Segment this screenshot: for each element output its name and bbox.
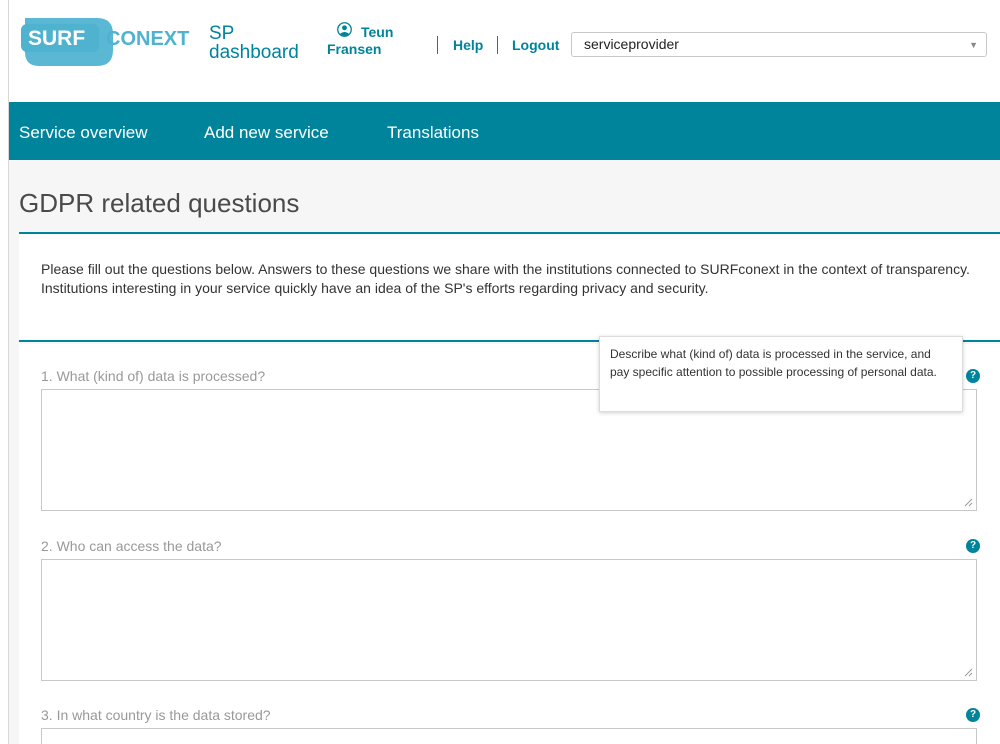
app-title-line2: dashboard	[209, 42, 299, 63]
page-title: GDPR related questions	[19, 188, 300, 218]
user-first-name: Teun	[361, 24, 394, 40]
header-divider	[497, 36, 498, 54]
help-icon[interactable]: ?	[966, 369, 980, 383]
app-title-line1: SP	[209, 23, 235, 44]
service-provider-select-value: serviceprovider	[584, 36, 679, 52]
question-label: 1. What (kind of) data is processed?	[41, 368, 266, 384]
nav-translations[interactable]: Translations	[387, 123, 479, 143]
user-last-name: Fransen	[327, 41, 382, 57]
main-nav: Service overview Add new service Transla…	[9, 102, 1000, 160]
resize-handle-icon[interactable]	[964, 668, 973, 677]
nav-add-new-service[interactable]: Add new service	[204, 123, 329, 143]
help-icon[interactable]: ?	[966, 708, 980, 722]
header: SURF CONEXT SP dashboard Teun Fransen He…	[9, 0, 1000, 102]
chevron-down-icon: ▼	[969, 40, 978, 50]
question-2-textarea[interactable]	[41, 559, 977, 681]
intro-panel: Please fill out the questions below. Ans…	[19, 232, 1000, 342]
question-label: 3. In what country is the data stored?	[41, 707, 271, 723]
intro-text: Please fill out the questions below. Ans…	[41, 261, 970, 296]
help-icon[interactable]: ?	[966, 539, 980, 553]
service-provider-select[interactable]: serviceprovider ▼	[571, 32, 987, 57]
app-title: SP dashboard	[209, 24, 299, 62]
logo-word-surf: SURF	[28, 27, 85, 50]
help-link[interactable]: Help	[453, 36, 483, 54]
header-divider	[437, 36, 438, 54]
user-circle-icon	[337, 22, 352, 37]
resize-handle-icon[interactable]	[964, 498, 973, 507]
logo-word-conext: CONEXT	[106, 28, 189, 50]
question-3-textarea[interactable]	[41, 728, 977, 744]
logout-link[interactable]: Logout	[512, 36, 559, 54]
surfconext-logo[interactable]: SURF CONEXT	[19, 14, 197, 70]
user-menu[interactable]: Teun Fransen	[327, 22, 394, 58]
page-frame: SURF CONEXT SP dashboard Teun Fransen He…	[8, 0, 1000, 744]
nav-service-overview[interactable]: Service overview	[19, 123, 148, 143]
question-label: 2. Who can access the data?	[41, 538, 222, 554]
help-tooltip: Describe what (kind of) data is processe…	[599, 336, 963, 412]
